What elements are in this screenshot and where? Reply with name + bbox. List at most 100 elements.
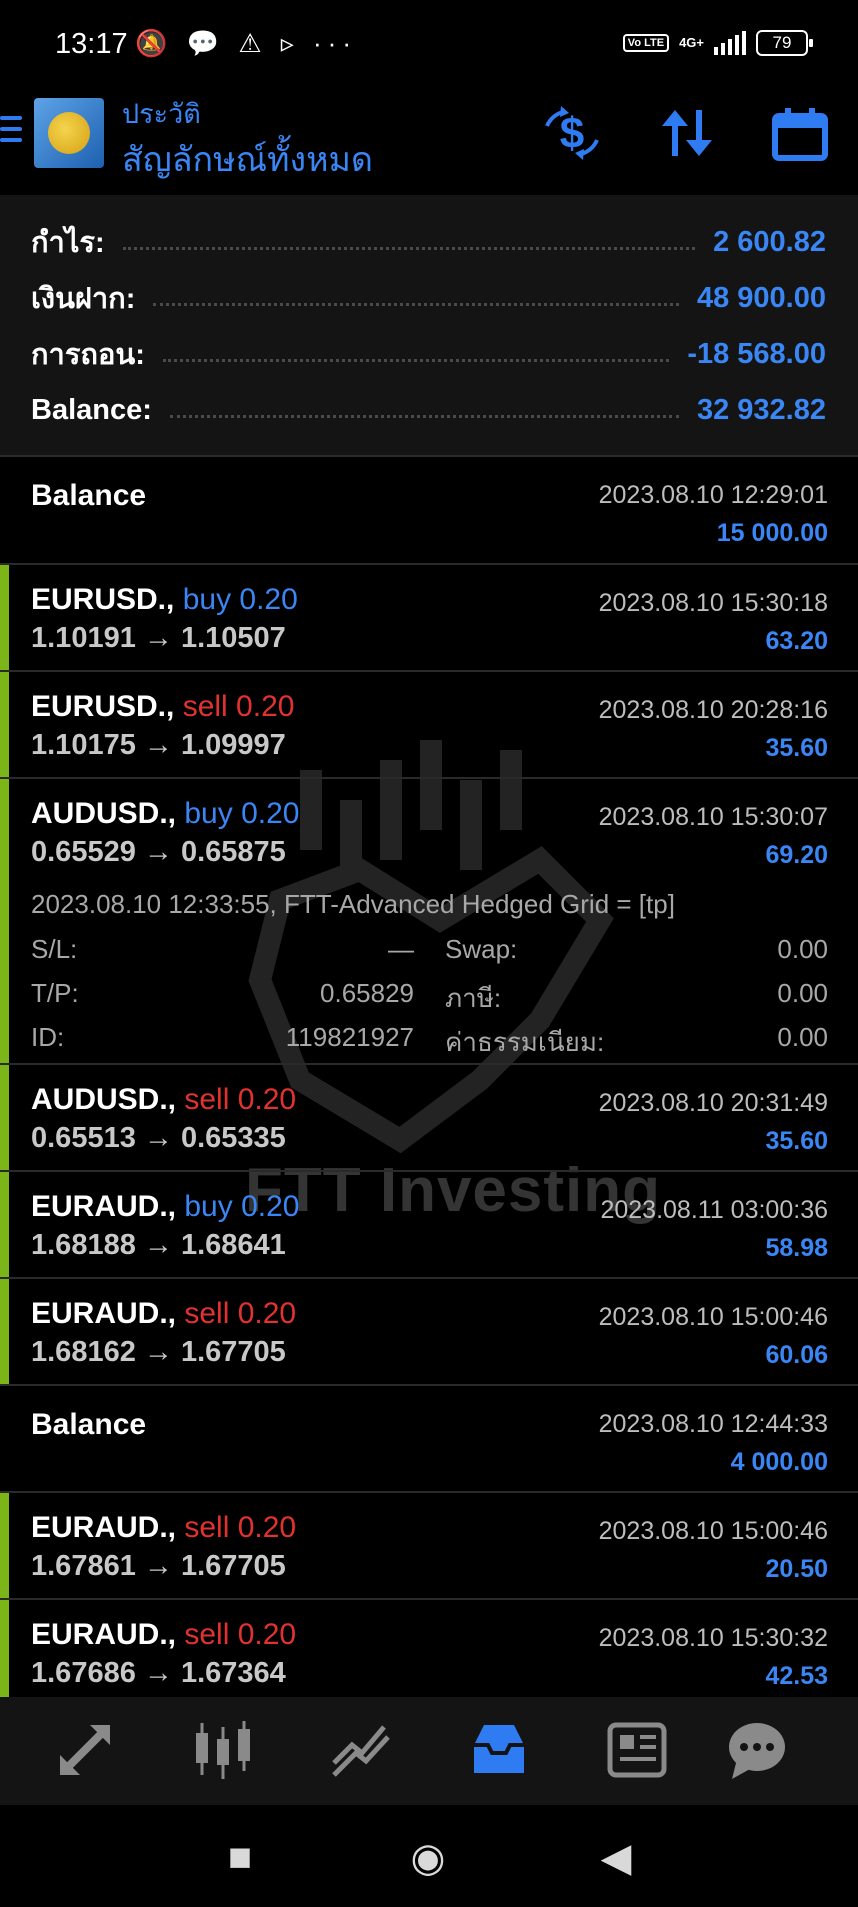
- trade-symbol: EURUSD., sell 0.20: [31, 690, 295, 723]
- trade-direction: buy 0.20: [184, 1190, 300, 1223]
- summary-label: Balance:: [31, 393, 152, 426]
- trade-prices: 1.10175 → 1.09997: [31, 729, 286, 761]
- volte-icon: Vo LTE: [622, 34, 670, 52]
- sl-value: —: [388, 934, 414, 964]
- trade-symbol: EURAUD., buy 0.20: [31, 1190, 300, 1223]
- network-type: 4G+: [679, 35, 704, 50]
- row-label: Balance: [31, 479, 147, 512]
- list-item-trade[interactable]: EURAUD., sell 0.20 1.68162 → 1.67705 202…: [0, 1277, 858, 1386]
- trade-profit: 58.98: [765, 1234, 828, 1262]
- trade-profit: 35.60: [765, 1127, 828, 1155]
- chart-icon[interactable]: [188, 1715, 258, 1785]
- trade-symbol: EURUSD., buy 0.20: [31, 583, 298, 616]
- row-time: 2023.08.10 20:28:16: [598, 696, 828, 724]
- summary-deposit-row: เงินฝาก: 48 900.00: [31, 278, 826, 318]
- trade-prices: 1.10191 → 1.10507: [31, 622, 286, 654]
- trade-profit: 60.06: [765, 1341, 828, 1369]
- news-icon[interactable]: [602, 1715, 672, 1785]
- signal-icon: [714, 31, 746, 55]
- dollar-swap-icon[interactable]: $: [541, 104, 603, 162]
- status-time: 13:17: [55, 28, 128, 60]
- list-item-trade[interactable]: EURAUD., buy 0.20 1.68188 → 1.68641 2023…: [0, 1170, 858, 1279]
- row-time: 2023.08.11 03:00:36: [600, 1196, 828, 1224]
- tax-label: ภาษี:: [445, 983, 502, 1013]
- fee-label: ค่าธรรมเนียม:: [445, 1027, 605, 1057]
- summary-label: การถอน:: [31, 339, 145, 371]
- trade-profit: 20.50: [765, 1555, 828, 1583]
- tp-value: 0.65829: [320, 978, 414, 1008]
- sort-icon[interactable]: [656, 104, 718, 162]
- summary-value: 2 600.82: [713, 225, 826, 258]
- system-navigation: ■ ◉ ◀: [0, 1805, 858, 1907]
- row-time: 2023.08.10 12:44:33: [598, 1410, 828, 1438]
- trade-direction: sell 0.20: [184, 1618, 297, 1651]
- list-item-trade[interactable]: AUDUSD., sell 0.20 0.65513 → 0.65335 202…: [0, 1063, 858, 1172]
- list-item-trade[interactable]: EURUSD., sell 0.20 1.10175 → 1.09997 202…: [0, 670, 858, 779]
- summary-label: เงินฝาก:: [31, 283, 136, 315]
- page-title[interactable]: สัญลักษณ์ทั้งหมด: [122, 132, 373, 186]
- trade-profit: 63.20: [765, 627, 828, 655]
- sl-label: S/L:: [31, 934, 78, 964]
- trade-direction: buy 0.20: [184, 797, 300, 830]
- list-item-trade[interactable]: EURUSD., buy 0.20 1.10191 → 1.10507 2023…: [0, 563, 858, 672]
- id-label: ID:: [31, 1022, 65, 1052]
- row-time: 2023.08.10 15:30:07: [598, 803, 828, 831]
- trade-profit: 69.20: [765, 841, 828, 869]
- trade-prices: 0.65529 → 0.65875: [31, 836, 286, 868]
- row-time: 2023.08.10 20:31:49: [598, 1089, 828, 1117]
- id-value: 119821927: [285, 1022, 414, 1052]
- summary-balance-row: Balance: 32 932.82: [31, 390, 826, 430]
- back-button[interactable]: ◀: [586, 1835, 646, 1881]
- notification-icons: 🔕 💬 ⚠ ▹ ···: [135, 28, 357, 58]
- trade-symbol: EURAUD., sell 0.20: [31, 1618, 297, 1651]
- app-logo[interactable]: [34, 98, 104, 168]
- row-amount: 4 000.00: [730, 1448, 828, 1476]
- tp-label: T/P:: [31, 978, 79, 1008]
- history-icon[interactable]: [464, 1715, 534, 1785]
- quotes-icon[interactable]: [50, 1715, 120, 1785]
- trade-symbol: AUDUSD., sell 0.20: [31, 1083, 297, 1116]
- status-bar: 13:17 🔕 💬 ⚠ ▹ ··· Vo LTE 4G+ 79: [0, 0, 858, 90]
- summary-profit-row: กำไร: 2 600.82: [31, 222, 826, 262]
- row-time: 2023.08.10 15:30:18: [598, 589, 828, 617]
- page-subtitle: ประวัติ: [122, 99, 201, 129]
- menu-icon[interactable]: [0, 116, 22, 149]
- trade-icon[interactable]: [326, 1715, 396, 1785]
- row-time: 2023.08.10 15:00:46: [598, 1303, 828, 1331]
- swap-label: Swap:: [445, 934, 518, 964]
- summary-value: -18 568.00: [687, 337, 826, 370]
- calendar-icon[interactable]: [769, 104, 831, 162]
- trade-prices: 1.68188 → 1.68641: [31, 1229, 286, 1261]
- trade-profit: 35.60: [765, 734, 828, 762]
- list-item-trade[interactable]: EURAUD., sell 0.20 1.67861 → 1.67705 202…: [0, 1491, 858, 1600]
- trade-prices: 1.68162 → 1.67705: [31, 1336, 286, 1368]
- messages-icon[interactable]: [722, 1715, 792, 1785]
- summary-value: 32 932.82: [696, 393, 826, 426]
- list-item-trade[interactable]: EURAUD., sell 0.20 1.67686 → 1.67364 202…: [0, 1598, 858, 1699]
- home-button[interactable]: ◉: [398, 1835, 458, 1881]
- row-time: 2023.08.10 15:00:46: [598, 1517, 828, 1545]
- list-item-trade-expanded[interactable]: AUDUSD., buy 0.20 0.65529 → 0.65875 2023…: [0, 777, 858, 1065]
- trade-direction: sell 0.20: [184, 1083, 297, 1116]
- list-item-balance[interactable]: Balance 2023.08.10 12:29:01 15 000.00: [0, 455, 858, 565]
- row-label: Balance: [31, 1408, 147, 1441]
- list-item-balance[interactable]: Balance 2023.08.10 12:44:33 4 000.00: [0, 1384, 858, 1493]
- summary-label: กำไร:: [31, 227, 105, 259]
- trade-comment: 2023.08.10 12:33:55, FTT-Advanced Hedged…: [31, 889, 675, 919]
- trade-direction: sell 0.20: [184, 1297, 297, 1330]
- summary-withdrawal-row: การถอน: -18 568.00: [31, 334, 826, 374]
- trade-direction: sell 0.20: [184, 1511, 297, 1544]
- trade-prices: 1.67861 → 1.67705: [31, 1550, 286, 1582]
- trade-symbol: EURAUD., sell 0.20: [31, 1511, 297, 1544]
- bottom-navigation: [0, 1697, 858, 1805]
- trade-prices: 1.67686 → 1.67364: [31, 1657, 286, 1689]
- trade-symbol: EURAUD., sell 0.20: [31, 1297, 297, 1330]
- trade-direction: sell 0.20: [182, 690, 295, 723]
- row-time: 2023.08.10 15:30:32: [598, 1624, 828, 1652]
- recent-apps-button[interactable]: ■: [210, 1835, 270, 1880]
- tax-value: 0.00: [777, 978, 828, 1008]
- swap-value: 0.00: [777, 934, 828, 964]
- trade-prices: 0.65513 → 0.65335: [31, 1122, 286, 1154]
- row-time: 2023.08.10 12:29:01: [598, 481, 828, 509]
- trade-direction: buy 0.20: [182, 583, 298, 616]
